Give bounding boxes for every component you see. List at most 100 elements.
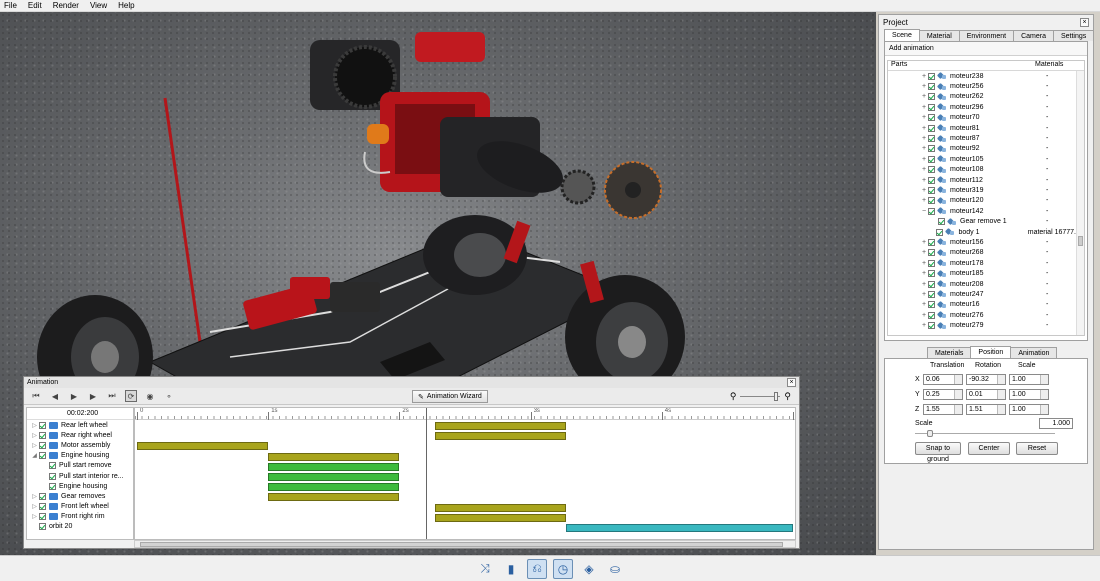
tag-icon[interactable]: ◈ bbox=[579, 559, 599, 579]
track-row[interactable]: ◢ Engine housing bbox=[27, 451, 133, 461]
track-row[interactable]: ▷ Front right rim bbox=[27, 512, 133, 522]
tab-scene[interactable]: Scene bbox=[884, 29, 920, 41]
expand-icon[interactable]: ▷ bbox=[30, 493, 39, 500]
play-icon[interactable]: ▶ bbox=[68, 390, 80, 402]
track-row[interactable]: Pull start remove bbox=[27, 461, 133, 471]
column-materials[interactable]: Materials bbox=[1032, 61, 1063, 70]
track-checkbox[interactable] bbox=[39, 441, 46, 449]
tree-row[interactable]: + moteur279 - bbox=[888, 320, 1076, 330]
expand-icon[interactable]: + bbox=[920, 197, 928, 204]
skip-to-start-icon[interactable]: ⏮ bbox=[30, 390, 42, 402]
visibility-checkbox[interactable] bbox=[928, 238, 935, 246]
skip-to-end-icon[interactable]: ⏭ bbox=[106, 390, 118, 402]
expand-icon[interactable]: ▷ bbox=[30, 432, 39, 439]
center-button[interactable]: Center bbox=[968, 442, 1010, 455]
animation-clip[interactable] bbox=[566, 524, 793, 532]
expand-icon[interactable]: + bbox=[920, 239, 928, 246]
menu-help[interactable]: Help bbox=[118, 1, 134, 10]
animation-clip[interactable] bbox=[268, 452, 400, 461]
tree-row[interactable]: + moteur108 - bbox=[888, 165, 1076, 175]
visibility-checkbox[interactable] bbox=[928, 197, 935, 205]
visibility-checkbox[interactable] bbox=[928, 176, 935, 184]
track-checkbox[interactable] bbox=[39, 431, 46, 439]
scale-x-input[interactable]: 1.00 bbox=[1009, 374, 1049, 385]
animation-clip[interactable] bbox=[434, 432, 566, 441]
expand-icon[interactable]: + bbox=[920, 166, 928, 173]
tab-environment[interactable]: Environment bbox=[958, 30, 1015, 41]
tree-row[interactable]: body 1 material 16777. bbox=[888, 227, 1076, 237]
zoom-out-icon[interactable]: ⚲ bbox=[730, 391, 737, 402]
animation-clip[interactable] bbox=[434, 422, 566, 430]
expand-icon[interactable]: + bbox=[920, 114, 928, 121]
expand-icon[interactable]: ▷ bbox=[30, 422, 39, 429]
animation-clip[interactable] bbox=[268, 493, 400, 502]
track-checkbox[interactable] bbox=[49, 472, 56, 480]
column-parts[interactable]: Parts bbox=[888, 61, 1032, 70]
visibility-checkbox[interactable] bbox=[928, 166, 935, 174]
tree-row[interactable]: + moteur70 - bbox=[888, 113, 1076, 123]
visibility-checkbox[interactable] bbox=[928, 186, 935, 194]
expand-icon[interactable]: + bbox=[920, 135, 928, 142]
tree-row[interactable]: + moteur262 - bbox=[888, 92, 1076, 102]
expand-icon[interactable]: + bbox=[920, 270, 928, 277]
loop-icon[interactable]: ⟳ bbox=[125, 390, 137, 402]
track-checkbox[interactable] bbox=[49, 462, 56, 470]
visibility-checkbox[interactable] bbox=[928, 322, 935, 330]
rotation-x-input[interactable]: -90.32 bbox=[966, 374, 1006, 385]
camera-path-icon[interactable]: ⤨ bbox=[475, 559, 495, 579]
timeline-scrollbar-thumb[interactable] bbox=[140, 542, 783, 547]
visibility-checkbox[interactable] bbox=[928, 301, 935, 309]
track-checkbox[interactable] bbox=[49, 482, 56, 490]
visibility-checkbox[interactable] bbox=[928, 290, 935, 298]
animation-clip[interactable] bbox=[268, 473, 400, 481]
expand-icon[interactable]: ▷ bbox=[30, 503, 39, 510]
visibility-checkbox[interactable] bbox=[928, 83, 935, 91]
track-checkbox[interactable] bbox=[39, 513, 46, 521]
zoom-slider[interactable] bbox=[740, 392, 781, 401]
visibility-checkbox[interactable] bbox=[928, 124, 935, 132]
tree-row[interactable]: + moteur276 - bbox=[888, 310, 1076, 320]
track-row[interactable]: Pull start interior re... bbox=[27, 471, 133, 481]
tree-row[interactable]: + moteur87 - bbox=[888, 133, 1076, 143]
track-checkbox[interactable] bbox=[39, 452, 46, 460]
visibility-checkbox[interactable] bbox=[928, 270, 935, 278]
tree-row[interactable]: + moteur256 - bbox=[888, 81, 1076, 91]
visibility-checkbox[interactable] bbox=[928, 259, 935, 267]
animation-clip[interactable] bbox=[268, 462, 400, 471]
scale-slider-knob[interactable] bbox=[927, 430, 933, 437]
uniform-scale-input[interactable]: 1.000 bbox=[1039, 418, 1073, 429]
track-checkbox[interactable] bbox=[39, 523, 46, 531]
keyframe-icon[interactable]: ⚬ bbox=[163, 390, 175, 402]
expand-icon[interactable]: + bbox=[920, 125, 928, 132]
track-checkbox[interactable] bbox=[39, 492, 46, 500]
visibility-checkbox[interactable] bbox=[938, 218, 945, 226]
expand-icon[interactable]: + bbox=[920, 73, 928, 80]
tree-row[interactable]: + moteur208 - bbox=[888, 279, 1076, 289]
rotation-y-input[interactable]: 0.01 bbox=[966, 389, 1006, 400]
expand-icon[interactable]: + bbox=[920, 281, 928, 288]
menu-view[interactable]: View bbox=[90, 1, 107, 10]
tree-row[interactable]: + moteur112 - bbox=[888, 175, 1076, 185]
scrollbar-thumb[interactable] bbox=[1078, 236, 1083, 246]
close-icon[interactable]: × bbox=[787, 378, 796, 387]
scale-z-input[interactable]: 1.00 bbox=[1009, 404, 1049, 415]
visibility-checkbox[interactable] bbox=[936, 228, 944, 236]
translation-x-input[interactable]: 0.06 bbox=[923, 374, 963, 385]
collapse-icon[interactable]: − bbox=[920, 208, 928, 215]
tree-row[interactable]: + moteur105 - bbox=[888, 154, 1076, 164]
expand-icon[interactable]: + bbox=[920, 104, 928, 111]
rotation-z-input[interactable]: 1.51 bbox=[966, 404, 1006, 415]
tab-materials[interactable]: Materials bbox=[927, 347, 972, 358]
expand-icon[interactable]: + bbox=[920, 312, 928, 319]
close-icon[interactable]: × bbox=[1080, 17, 1089, 27]
expand-icon[interactable]: ▷ bbox=[30, 442, 39, 449]
expand-icon[interactable]: + bbox=[920, 260, 928, 267]
tree-row[interactable]: + moteur156 - bbox=[888, 237, 1076, 247]
tree-row[interactable]: + moteur247 - bbox=[888, 289, 1076, 299]
record-icon[interactable]: ◉ bbox=[144, 390, 156, 402]
zoom-slider-knob[interactable] bbox=[774, 392, 779, 401]
visibility-checkbox[interactable] bbox=[928, 311, 935, 319]
step-forward-icon[interactable]: ▶ bbox=[87, 390, 99, 402]
expand-icon[interactable]: + bbox=[920, 177, 928, 184]
track-row[interactable]: ▷ Rear left wheel bbox=[27, 420, 133, 430]
